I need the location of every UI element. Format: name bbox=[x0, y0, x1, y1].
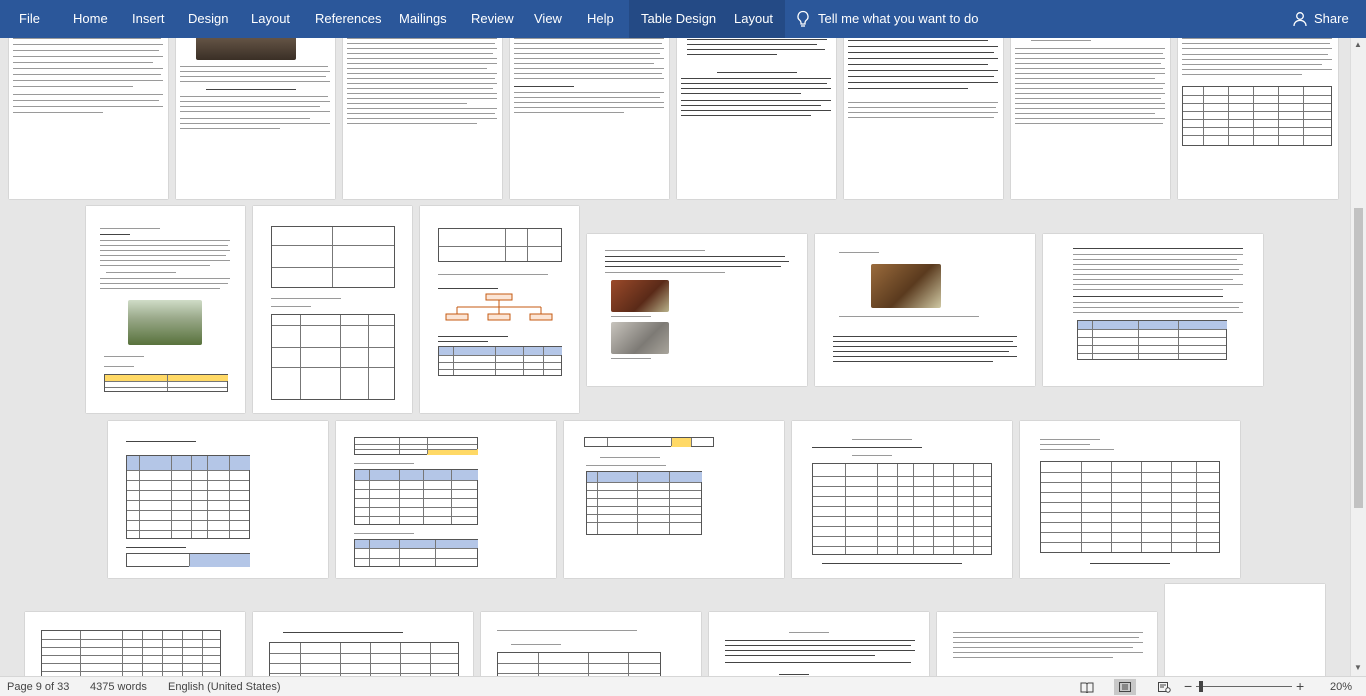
page-thumbnail[interactable] bbox=[343, 38, 502, 199]
page-thumbnail[interactable] bbox=[1165, 584, 1325, 676]
page-thumbnail[interactable] bbox=[587, 234, 807, 386]
tab-table-design[interactable]: Table Design bbox=[629, 0, 729, 38]
web-layout-button[interactable] bbox=[1153, 679, 1175, 695]
tell-me-label: Tell me what you want to do bbox=[818, 11, 979, 26]
word-count[interactable]: 4375 words bbox=[90, 677, 147, 696]
language[interactable]: English (United States) bbox=[168, 677, 281, 696]
tab-references[interactable]: References bbox=[315, 0, 381, 38]
page-thumbnail[interactable] bbox=[792, 421, 1012, 578]
tab-insert[interactable]: Insert bbox=[132, 0, 165, 38]
diagram-graphic bbox=[445, 293, 553, 321]
page-icon bbox=[1119, 682, 1131, 692]
page-thumbnail[interactable] bbox=[844, 38, 1003, 199]
page-thumbnail[interactable] bbox=[176, 38, 335, 199]
tab-help[interactable]: Help bbox=[587, 0, 614, 38]
page-thumbnail[interactable] bbox=[25, 612, 245, 676]
page-thumbnail[interactable] bbox=[108, 421, 328, 578]
tell-me-search[interactable]: Tell me what you want to do bbox=[796, 0, 978, 38]
lightbulb-icon bbox=[797, 10, 809, 27]
zoom-level[interactable]: 20% bbox=[1330, 677, 1352, 696]
zoom-slider[interactable] bbox=[1196, 686, 1292, 687]
tab-design[interactable]: Design bbox=[188, 0, 228, 38]
page-thumbnail[interactable] bbox=[253, 612, 473, 676]
document-area[interactable] bbox=[0, 38, 1350, 676]
person-icon bbox=[1293, 12, 1307, 27]
page-thumbnail[interactable] bbox=[86, 206, 245, 413]
share-button[interactable]: Share bbox=[1292, 0, 1349, 38]
page-thumbnail[interactable] bbox=[709, 612, 929, 676]
zoom-in-button[interactable]: + bbox=[1296, 677, 1304, 696]
book-icon bbox=[1080, 682, 1094, 693]
scroll-down-icon[interactable]: ▼ bbox=[1354, 663, 1362, 672]
page-thumbnail[interactable] bbox=[1043, 234, 1263, 386]
page-thumbnail[interactable] bbox=[677, 38, 836, 199]
vertical-scrollbar[interactable]: ▲ ▼ bbox=[1350, 38, 1366, 676]
zoom-out-button[interactable]: − bbox=[1184, 677, 1192, 696]
page-thumbnail[interactable] bbox=[815, 234, 1035, 386]
status-bar: Page 9 of 33 4375 words English (United … bbox=[0, 676, 1366, 696]
page-thumbnail[interactable] bbox=[481, 612, 701, 676]
tab-mailings[interactable]: Mailings bbox=[399, 0, 447, 38]
page-thumbnail[interactable] bbox=[336, 421, 556, 578]
tab-file[interactable]: File bbox=[19, 0, 40, 38]
ribbon: File Home Insert Design Layout Reference… bbox=[0, 0, 1366, 38]
tab-view[interactable]: View bbox=[534, 0, 562, 38]
page-thumbnail[interactable] bbox=[253, 206, 412, 413]
share-label: Share bbox=[1314, 11, 1349, 26]
tab-review[interactable]: Review bbox=[471, 0, 514, 38]
page-thumbnail[interactable] bbox=[564, 421, 784, 578]
scroll-up-icon[interactable]: ▲ bbox=[1354, 40, 1362, 49]
tab-home[interactable]: Home bbox=[73, 0, 108, 38]
page-thumbnail[interactable] bbox=[9, 38, 168, 199]
page-thumbnail[interactable] bbox=[510, 38, 669, 199]
page-count[interactable]: Page 9 of 33 bbox=[7, 677, 69, 696]
print-layout-button[interactable] bbox=[1114, 679, 1136, 695]
web-icon bbox=[1158, 682, 1171, 693]
read-mode-button[interactable] bbox=[1076, 679, 1098, 695]
page-thumbnail[interactable] bbox=[420, 206, 579, 413]
page-thumbnail[interactable] bbox=[1178, 38, 1338, 199]
tab-layout[interactable]: Layout bbox=[251, 0, 290, 38]
tab-table-layout[interactable]: Layout bbox=[722, 0, 786, 38]
scroll-thumb[interactable] bbox=[1354, 208, 1363, 508]
zoom-slider-thumb[interactable] bbox=[1199, 681, 1204, 692]
page-thumbnail[interactable] bbox=[1020, 421, 1240, 578]
page-thumbnail[interactable] bbox=[1011, 38, 1170, 199]
page-thumbnail[interactable] bbox=[937, 612, 1157, 676]
